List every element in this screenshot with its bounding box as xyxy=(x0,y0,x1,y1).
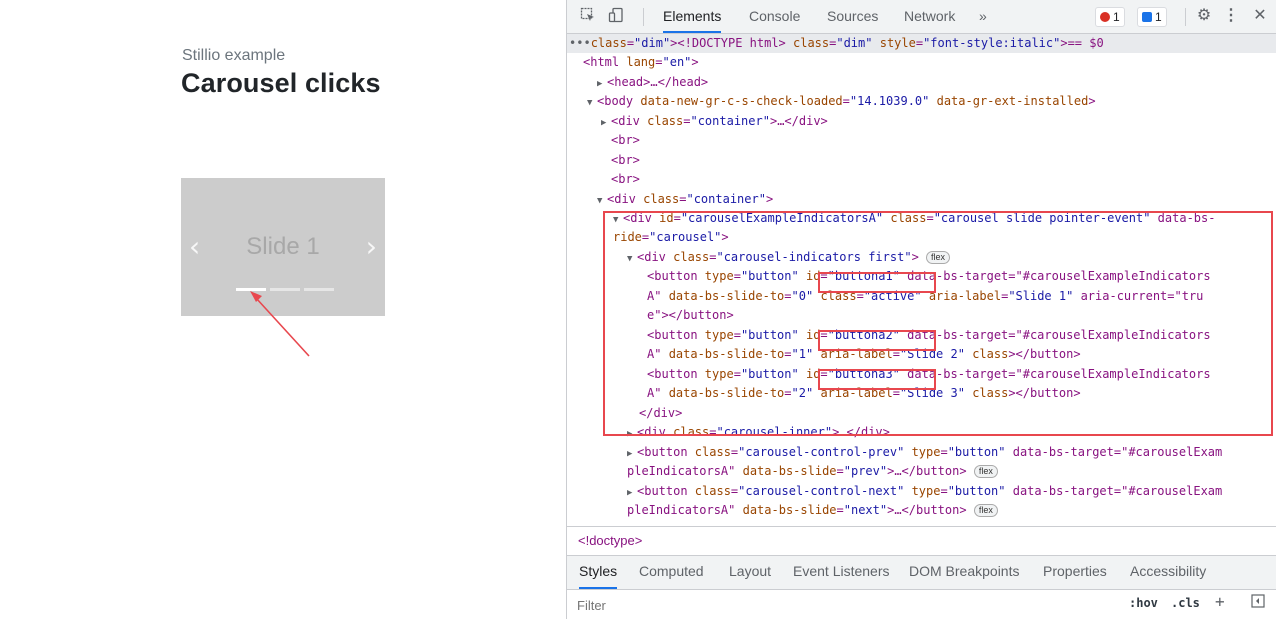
styles-filter-input[interactable] xyxy=(577,595,1097,615)
tab-sources[interactable]: Sources xyxy=(827,0,878,33)
toolbar-divider xyxy=(643,8,644,26)
devtools-panel: Elements Console Sources Network » 1 1 ⚙… xyxy=(566,0,1276,619)
tab-properties[interactable]: Properties xyxy=(1043,556,1107,587)
carousel-indicator-2[interactable] xyxy=(270,288,300,291)
breadcrumb-item[interactable]: <!doctype> xyxy=(578,533,642,548)
dom-node-line[interactable]: e"></button> xyxy=(647,306,734,325)
dom-node-line[interactable]: <button type="button" id="buttona2" data… xyxy=(647,326,1211,345)
tab-layout[interactable]: Layout xyxy=(729,556,771,587)
dom-node-line[interactable]: A" data-bs-slide-to="2" aria-label="Slid… xyxy=(647,384,1081,403)
tab-accessibility[interactable]: Accessibility xyxy=(1130,556,1206,587)
web-page: Stillio example Carousel clicks Slide 1 … xyxy=(0,0,566,619)
carousel-indicator-3[interactable] xyxy=(304,288,334,291)
message-count: 1 xyxy=(1155,10,1162,24)
tab-styles[interactable]: Styles xyxy=(579,556,618,589)
carousel-indicator-1[interactable] xyxy=(236,288,266,291)
dom-node-selected[interactable]: •••class="dim"><!DOCTYPE html> class="di… xyxy=(567,34,1276,54)
flex-badge[interactable]: flex xyxy=(926,251,951,264)
message-icon xyxy=(1142,12,1152,22)
dom-node-line[interactable]: <html lang="en"> xyxy=(583,53,699,72)
inspect-element-icon[interactable] xyxy=(579,7,597,25)
styles-subtabs: Styles Computed Layout Event Listeners D… xyxy=(567,556,1276,590)
toolbar-divider xyxy=(1185,8,1186,26)
tab-dom-breakpoints[interactable]: DOM Breakpoints xyxy=(909,556,1019,587)
slide-label: Slide 1 xyxy=(246,233,320,260)
flex-badge[interactable]: flex xyxy=(973,504,998,517)
carousel-prev-button[interactable]: ‹ xyxy=(189,230,200,263)
new-style-rule-icon[interactable]: + xyxy=(1215,592,1225,611)
kebab-menu-icon[interactable]: ⋮ xyxy=(1222,7,1240,25)
dom-node-line[interactable]: pleIndicatorsA" data-bs-slide="next">…</… xyxy=(627,501,998,520)
dom-node-line[interactable]: <br> xyxy=(611,131,640,150)
carousel[interactable]: Slide 1 ‹ › xyxy=(181,178,385,316)
device-toolbar-icon[interactable] xyxy=(607,7,625,25)
error-count-badge[interactable]: 1 xyxy=(1095,7,1125,27)
dom-node-line[interactable]: ▶ <div class="carousel-inner">…</div> xyxy=(627,423,890,444)
breadcrumb: <!doctype> xyxy=(567,526,1276,556)
dom-tree: •••class="dim"><!DOCTYPE html> class="di… xyxy=(567,34,1276,525)
dom-node-line[interactable]: <br> xyxy=(611,151,640,170)
hov-toggle[interactable]: :hov xyxy=(1129,596,1158,610)
dom-node-line[interactable]: pleIndicatorsA" data-bs-slide="prev">…</… xyxy=(627,462,998,481)
carousel-indicators xyxy=(236,288,334,291)
dom-node-line[interactable]: <br> xyxy=(611,170,640,189)
error-count: 1 xyxy=(1113,10,1120,24)
page-subtitle: Stillio example xyxy=(182,47,286,64)
tab-computed[interactable]: Computed xyxy=(639,556,704,587)
gear-icon[interactable]: ⚙ xyxy=(1195,7,1213,25)
dom-node-line[interactable]: ride="carousel"> xyxy=(613,228,729,247)
page-title: Carousel clicks xyxy=(181,68,381,98)
dom-node-line[interactable]: <button type="button" id="buttona3" data… xyxy=(647,365,1211,384)
close-icon[interactable]: ✕ xyxy=(1251,7,1269,25)
dom-node-line[interactable]: ▼ <body data-new-gr-c-s-check-loaded="14.… xyxy=(587,92,1096,113)
tab-network[interactable]: Network xyxy=(904,0,955,33)
dom-node-line[interactable]: A" data-bs-slide-to="0" class="active" a… xyxy=(647,287,1203,306)
dom-node-line[interactable]: <button type="button" id="buttona1" data… xyxy=(647,267,1211,286)
more-tabs-icon[interactable]: » xyxy=(979,0,987,33)
tab-event-listeners[interactable]: Event Listeners xyxy=(793,556,890,587)
error-icon xyxy=(1100,12,1110,22)
dom-node-line[interactable]: </div> xyxy=(639,404,682,423)
filter-bar: :hov .cls + xyxy=(567,590,1276,619)
dom-node-line[interactable]: A" data-bs-slide-to="1" aria-label="Slid… xyxy=(647,345,1081,364)
tab-elements[interactable]: Elements xyxy=(663,0,722,33)
carousel-next-button[interactable]: › xyxy=(366,230,377,263)
flex-badge[interactable]: flex xyxy=(973,465,998,478)
tab-console[interactable]: Console xyxy=(749,0,800,33)
cls-toggle[interactable]: .cls xyxy=(1171,596,1200,610)
devtools-toolbar: Elements Console Sources Network » 1 1 ⚙… xyxy=(567,0,1276,34)
toggle-sidebar-icon[interactable] xyxy=(1251,594,1265,611)
message-count-badge[interactable]: 1 xyxy=(1137,7,1167,27)
